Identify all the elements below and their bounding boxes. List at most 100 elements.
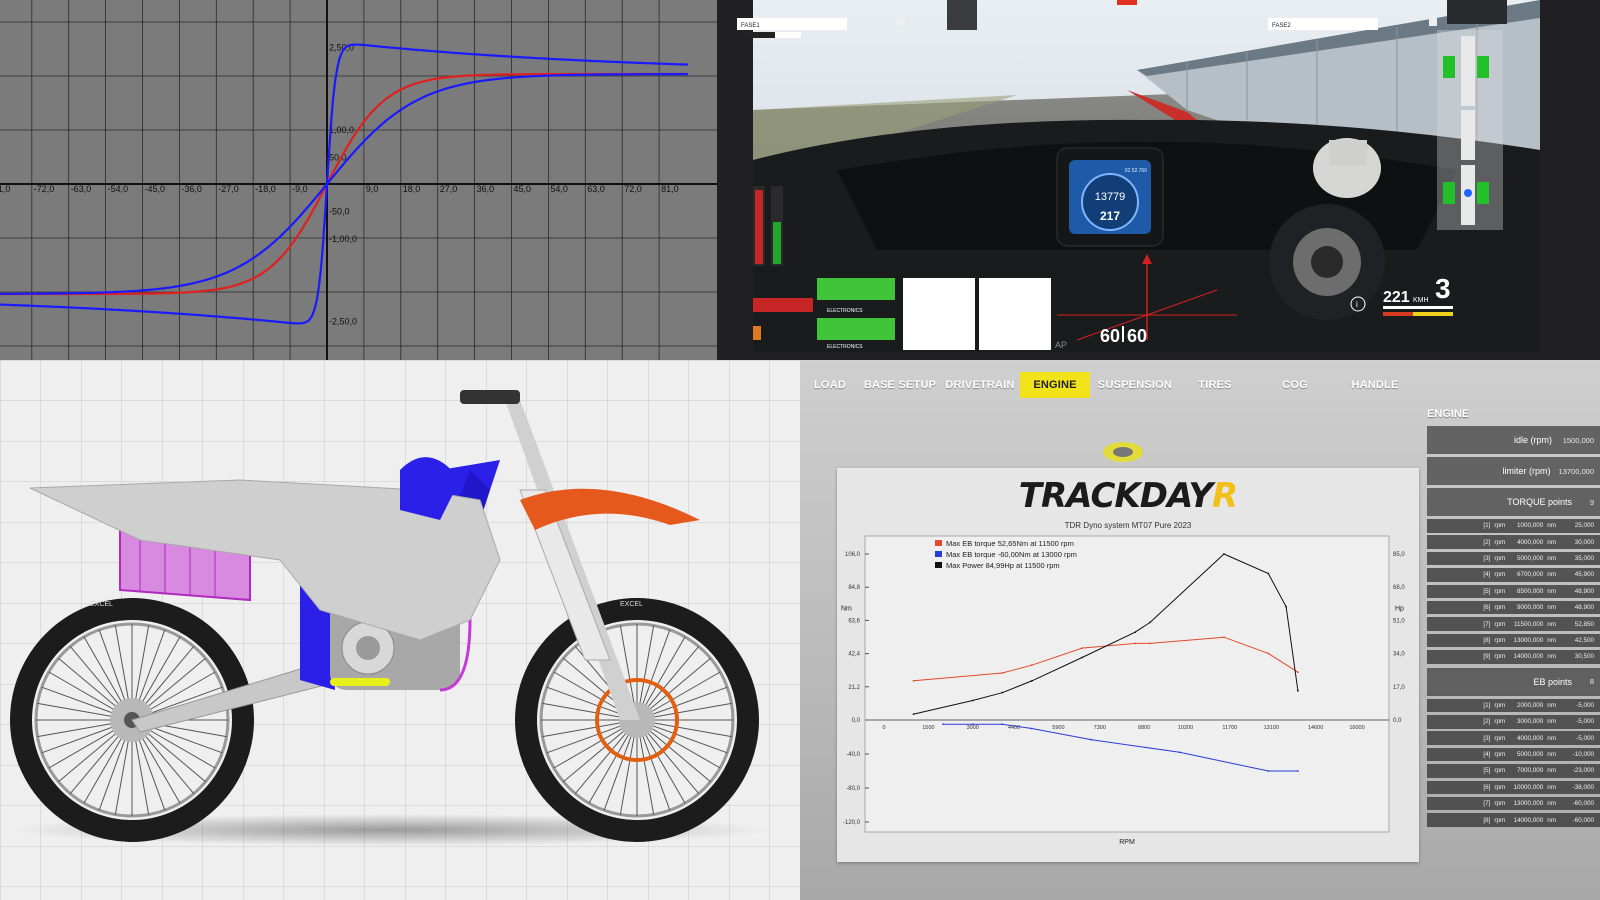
eb-point-row[interactable]: [2] rpm 3000,000 nm -5,000 [1427,715,1600,729]
y-tick-label: -80,0 [846,786,860,792]
limiter-value[interactable]: 13700,000 [1559,467,1594,476]
idle-row[interactable]: idle (rpm) 1500,000 [1427,426,1600,454]
rpm-unit: rpm [1494,734,1506,742]
phase-selector-right[interactable]: FASE2 [1268,18,1378,30]
point-rpm-value[interactable]: 14000,000 [1509,817,1543,824]
torque-point-row[interactable]: [4] rpm 6700,000 nm 45,900 [1427,568,1600,582]
torque-point-row[interactable]: [1] rpm 1000,000 nm 25,000 [1427,519,1600,533]
point-index: [5] [1483,767,1491,775]
eb-point-row[interactable]: [6] rpm 10000,000 nm -38,000 [1427,780,1600,795]
point-nm-value[interactable]: -23,000 [1560,767,1594,774]
point-rpm-value[interactable]: 5000,000 [1509,555,1543,562]
torque-point-row[interactable]: [2] rpm 4000,000 nm 30,000 [1427,535,1600,549]
point-rpm-value[interactable]: 8500,000 [1509,588,1543,595]
point-nm-value[interactable]: 42,500 [1560,637,1594,644]
point-nm-value[interactable]: 45,900 [1560,571,1594,578]
info-icon[interactable]: i [1356,300,1358,309]
point-nm-value[interactable]: -10,000 [1560,751,1594,758]
x-tick-label: 3000 [967,725,979,731]
y2-tick-label: 0,0 [1393,718,1402,724]
rpm-unit: rpm [1494,555,1506,563]
svg-text:ELECTRONICS: ELECTRONICS [827,344,863,350]
tab-handle[interactable]: HANDLE [1340,372,1410,398]
tab-suspension[interactable]: SUSPENSION [1090,372,1180,398]
point-rpm-value[interactable]: 7000,000 [1509,767,1543,774]
torque-point-row[interactable]: [6] rpm 9000,000 nm 48,900 [1427,600,1600,615]
fps-right: 60 [1127,326,1147,346]
x-tick-label: 54,0 [550,184,568,194]
bike-top-view-indicator [1437,30,1503,230]
nm-unit: nm [1547,718,1556,726]
torque-point-row[interactable]: [5] rpm 8500,000 nm 48,900 [1427,584,1600,599]
point-nm-value[interactable]: -60,000 [1560,800,1594,807]
y-tick-label: 106,0 [845,552,861,558]
eb-point-row[interactable]: [7] rpm 13000,000 nm -60,000 [1427,796,1600,811]
point-rpm-value[interactable]: 13000,000 [1509,800,1543,807]
tab-load[interactable]: LOAD [800,372,860,398]
tab-engine[interactable]: ENGINE [1020,372,1090,398]
rpm-unit: rpm [1494,816,1506,824]
legend-swatch [935,551,942,557]
data-point [1296,671,1299,674]
point-rpm-value[interactable]: 9000,000 [1509,604,1543,611]
nm-unit: nm [1547,767,1556,775]
point-rpm-value[interactable]: 10000,000 [1509,784,1543,791]
nm-unit: nm [1547,701,1556,709]
tab-base-setup[interactable]: BASE SETUP [860,372,940,398]
point-nm-value[interactable]: 48,900 [1560,604,1594,611]
eb-points-count[interactable]: 8 [1580,677,1594,686]
x-tick-label: 63,0 [587,184,605,194]
point-rpm-value[interactable]: 14000,000 [1509,653,1543,660]
torque-point-row[interactable]: [8] rpm 13000,000 nm 42,500 [1427,633,1600,648]
torque-points-count[interactable]: 9 [1580,498,1594,507]
point-rpm-value[interactable]: 5000,000 [1509,751,1543,758]
point-rpm-value[interactable]: 3000,000 [1509,718,1543,725]
point-nm-value[interactable]: -5,000 [1560,718,1594,725]
tab-tires[interactable]: TIRES [1180,372,1250,398]
torque-point-row[interactable]: [9] rpm 14000,000 nm 30,500 [1427,650,1600,664]
point-rpm-value[interactable]: 4000,000 [1509,539,1543,546]
point-rpm-value[interactable]: 6700,000 [1509,571,1543,578]
rpm-unit: rpm [1494,783,1506,791]
point-nm-value[interactable]: 25,000 [1560,522,1594,529]
phase-checkbox-left[interactable] [897,18,905,26]
point-nm-value[interactable]: -5,000 [1560,702,1594,709]
point-nm-value[interactable]: 30,500 [1560,653,1594,660]
point-index: [1] [1483,522,1491,530]
point-nm-value[interactable]: 48,900 [1560,588,1594,595]
point-nm-value[interactable]: -5,000 [1560,735,1594,742]
x-tick-label: 10200 [1178,725,1193,731]
point-nm-value[interactable]: 30,000 [1560,539,1594,546]
x-tick-label: -45,0 [145,184,166,194]
point-rpm-value[interactable]: 13000,000 [1509,637,1543,644]
limiter-row[interactable]: limiter (rpm) 13700,000 [1427,457,1600,485]
legend-entry: Max EB torque 52,65Nm at 11500 rpm [946,539,1074,548]
point-nm-value[interactable]: 52,850 [1560,621,1594,628]
torque-point-row[interactable]: [7] rpm 11500,000 nm 52,850 [1427,617,1600,631]
tab-drivetrain[interactable]: DRIVETRAIN [940,372,1020,398]
phase-checkbox-right[interactable] [1429,18,1437,26]
point-rpm-value[interactable]: 11500,000 [1509,621,1543,628]
point-index: [3] [1483,555,1491,563]
idle-value[interactable]: 1500,000 [1560,436,1594,445]
x-tick-label: -9,0 [292,184,308,194]
torque-point-row[interactable]: [3] rpm 5000,000 nm 35,000 [1427,551,1600,566]
eb-point-row[interactable]: [8] rpm 14000,000 nm -60,000 [1427,813,1600,827]
point-nm-value[interactable]: -38,000 [1560,784,1594,791]
point-nm-value[interactable]: 35,000 [1560,555,1594,562]
point-rpm-value[interactable]: 1000,000 [1509,522,1543,529]
x-tick-label: 72,0 [624,184,642,194]
eb-point-row[interactable]: [1] rpm 2000,000 nm -5,000 [1427,698,1600,713]
eb-point-row[interactable]: [5] rpm 7000,000 nm -23,000 [1427,764,1600,778]
x-axis-label: RPM [1119,839,1135,846]
point-nm-value[interactable]: -60,000 [1560,817,1594,824]
point-index: [5] [1483,587,1491,595]
point-rpm-value[interactable]: 2000,000 [1509,702,1543,709]
eb-point-row[interactable]: [4] rpm 5000,000 nm -10,000 [1427,747,1600,762]
data-point [1134,642,1137,645]
point-rpm-value[interactable]: 4000,000 [1509,735,1543,742]
eb-point-row[interactable]: [3] rpm 4000,000 nm -5,000 [1427,731,1600,745]
tab-cog[interactable]: COG [1250,372,1340,398]
svg-text:ELECTRONICS: ELECTRONICS [827,308,863,314]
point-index: [1] [1483,701,1491,709]
